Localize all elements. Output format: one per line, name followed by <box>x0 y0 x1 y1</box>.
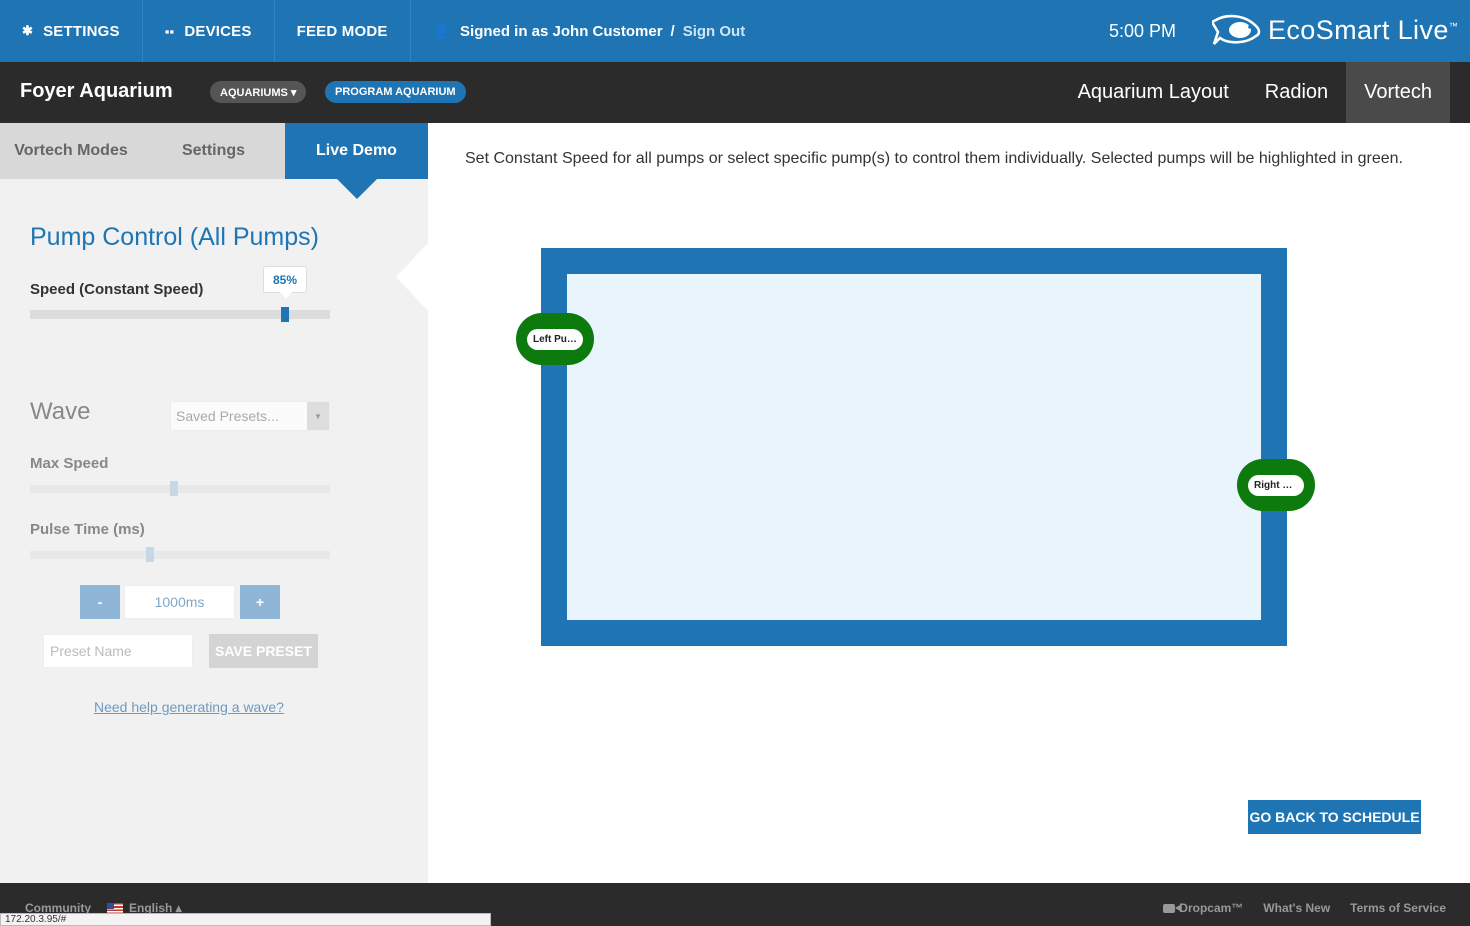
pulse-decrement-button[interactable]: - <box>80 585 120 619</box>
tank-water <box>567 274 1261 620</box>
right-pump[interactable]: Right Pump <box>1237 459 1315 511</box>
browser-status-url: 172.20.3.95/# <box>0 913 491 926</box>
instruction-text: Set Constant Speed for all pumps or sele… <box>465 150 1403 167</box>
max-speed-slider-handle[interactable] <box>170 481 178 496</box>
saved-presets-select[interactable]: Saved Presets... ▼ <box>170 401 330 431</box>
devices-nav-button[interactable]: ▪▪ DEVICES <box>143 0 275 62</box>
wave-help-link[interactable]: Need help generating a wave? <box>94 699 284 715</box>
pulse-time-label: Pulse Time (ms) <box>30 521 145 538</box>
aquariums-dropdown[interactable]: AQUARIUMS ▾ <box>210 81 307 103</box>
pulse-time-value[interactable]: 1000ms <box>124 585 235 619</box>
saved-presets-placeholder: Saved Presets... <box>176 408 279 424</box>
dropcam-link[interactable]: Dropcam™ <box>1163 901 1243 915</box>
save-preset-button[interactable]: SAVE PRESET <box>209 634 318 668</box>
dropcam-label: Dropcam™ <box>1179 901 1244 915</box>
grid-icon: ▪▪ <box>164 23 175 39</box>
user-separator: / <box>670 22 675 40</box>
footer-links: Dropcam™ What's New Terms of Service <box>1143 901 1446 915</box>
user-icon: 👤 <box>432 22 451 39</box>
pulse-increment-button[interactable]: + <box>240 585 280 619</box>
aquarium-bar: Foyer Aquarium AQUARIUMS ▾ PROGRAM AQUAR… <box>0 62 1470 123</box>
top-navigation-bar: ✱ SETTINGS ▪▪ DEVICES FEED MODE 👤 Signed… <box>0 0 1470 62</box>
chevron-down-icon: ▼ <box>307 402 329 430</box>
tab-radion[interactable]: Radion <box>1247 62 1346 123</box>
feed-mode-label: FEED MODE <box>296 22 388 40</box>
terms-of-service-link[interactable]: Terms of Service <box>1350 901 1446 915</box>
panel-pointer <box>396 243 428 311</box>
max-speed-slider[interactable] <box>30 481 330 496</box>
feed-mode-nav-button[interactable]: FEED MODE <box>275 0 411 62</box>
pulse-time-slider-handle[interactable] <box>146 547 154 562</box>
max-speed-label: Max Speed <box>30 455 109 472</box>
settings-nav-button[interactable]: ✱ SETTINGS <box>0 0 143 62</box>
brand-name: EcoSmart Live™ <box>1268 14 1459 45</box>
camera-icon <box>1163 903 1181 913</box>
pump-control-title: Pump Control (All Pumps) <box>30 223 319 251</box>
aquarium-title: Foyer Aquarium <box>20 80 173 102</box>
speed-label: Speed (Constant Speed) <box>30 281 204 298</box>
preset-name-input[interactable] <box>43 634 193 668</box>
fish-logo-icon <box>1212 14 1261 45</box>
left-pump[interactable]: Left Pump <box>516 313 594 365</box>
right-pump-label: Right Pump <box>1248 474 1304 496</box>
left-pump-label: Left Pump <box>527 328 583 350</box>
sign-out-link[interactable]: Sign Out <box>683 23 746 40</box>
speed-value-tooltip: 85% <box>263 266 307 299</box>
program-aquarium-button[interactable]: PROGRAM AQUARIUM <box>325 81 466 103</box>
whats-new-link[interactable]: What's New <box>1263 901 1330 915</box>
user-info: 👤 Signed in as John Customer / Sign Out <box>411 23 768 40</box>
devices-label: DEVICES <box>184 22 252 40</box>
device-tabs: Aquarium Layout Radion Vortech <box>1060 62 1450 123</box>
tab-vortech-modes[interactable]: Vortech Modes <box>0 123 142 179</box>
vortech-subtabs: Vortech Modes Settings Live Demo <box>0 123 428 199</box>
speed-slider-handle[interactable] <box>281 307 289 322</box>
wave-title: Wave <box>30 398 91 425</box>
speed-slider[interactable] <box>30 307 330 322</box>
tab-live-demo[interactable]: Live Demo <box>285 123 428 199</box>
clock: 5:00 PM <box>1109 21 1177 41</box>
pulse-time-slider[interactable] <box>30 547 330 562</box>
tab-vortech[interactable]: Vortech <box>1346 62 1450 123</box>
signed-in-text: Signed in as John Customer <box>460 22 663 40</box>
brand-logo: EcoSmart Live™ <box>1212 12 1458 48</box>
go-back-to-schedule-button[interactable]: GO BACK TO SCHEDULE <box>1248 800 1421 834</box>
us-flag-icon <box>107 902 123 914</box>
gear-icon: ✱ <box>22 23 34 38</box>
settings-label: SETTINGS <box>43 22 120 40</box>
tab-settings[interactable]: Settings <box>142 123 285 179</box>
left-control-panel: Vortech Modes Settings Live Demo Pump Co… <box>0 123 428 883</box>
aquarium-tank <box>541 248 1287 646</box>
tab-aquarium-layout[interactable]: Aquarium Layout <box>1060 62 1247 123</box>
